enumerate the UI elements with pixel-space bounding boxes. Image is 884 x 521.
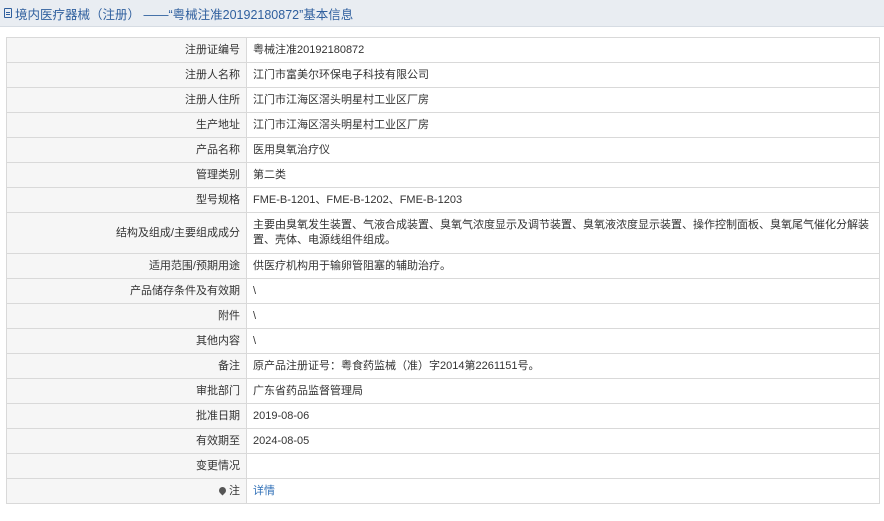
row-label: 结构及组成/主要组成成分 [6,212,247,254]
row-label: 其他内容 [6,328,247,354]
note-label: 注 [229,484,240,497]
row-label: 注册证编号 [6,37,247,63]
row-label: 注册人住所 [6,87,247,113]
row-label: 批准日期 [6,403,247,429]
table-row: 变更情况 [6,453,880,479]
row-value [246,453,880,479]
row-value: 原产品注册证号：粤食药监械（准）字2014第2261151号。 [246,353,880,379]
row-value: 广东省药品监督管理局 [246,378,880,404]
row-value: \ [246,278,880,304]
row-value: 2019-08-06 [246,403,880,429]
info-table: 注册证编号 粤械注准20192180872 注册人名称 江门市富美尔环保电子科技… [6,37,880,504]
table-row: 其他内容 \ [6,328,880,354]
document-icon [4,8,12,18]
row-value: 江门市江海区滘头明星村工业区厂房 [246,112,880,138]
table-row: 审批部门 广东省药品监督管理局 [6,378,880,404]
table-row: 型号规格 FME-B-1201、FME-B-1202、FME-B-1203 [6,187,880,213]
table-row: 注册证编号 粤械注准20192180872 [6,37,880,63]
row-value: 详情 [246,478,880,504]
row-label: 变更情况 [6,453,247,479]
table-row: 注册人住所 江门市江海区滘头明星村工业区厂房 [6,87,880,113]
table-row: 有效期至 2024-08-05 [6,428,880,454]
row-value: 医用臭氧治疗仪 [246,137,880,163]
row-label: 注册人名称 [6,62,247,88]
row-label: 审批部门 [6,378,247,404]
table-row: 备注 原产品注册证号：粤食药监械（准）字2014第2261151号。 [6,353,880,379]
table-row: 产品储存条件及有效期 \ [6,278,880,304]
row-value: 主要由臭氧发生装置、气液合成装置、臭氧气浓度显示及调节装置、臭氧液浓度显示装置、… [246,212,880,254]
table-row: 生产地址 江门市江海区滘头明星村工业区厂房 [6,112,880,138]
table-row: 注册人名称 江门市富美尔环保电子科技有限公司 [6,62,880,88]
table-row: 管理类别 第二类 [6,162,880,188]
row-label: 型号规格 [6,187,247,213]
info-table-wrap: 注册证编号 粤械注准20192180872 注册人名称 江门市富美尔环保电子科技… [0,27,884,504]
row-label-note: 注 [6,478,247,504]
row-label: 产品名称 [6,137,247,163]
row-label: 备注 [6,353,247,379]
row-label: 附件 [6,303,247,329]
row-label: 有效期至 [6,428,247,454]
row-value: 2024-08-05 [246,428,880,454]
details-link[interactable]: 详情 [253,485,275,497]
row-value: 江门市富美尔环保电子科技有限公司 [246,62,880,88]
page-header: 境内医疗器械（注册） ——“粤械注准20192180872”基本信息 [0,0,884,27]
page-title: 境内医疗器械（注册） ——“粤械注准20192180872”基本信息 [15,7,354,22]
row-value: \ [246,303,880,329]
row-value: 供医疗机构用于输卵管阻塞的辅助治疗。 [246,253,880,279]
table-row: 附件 \ [6,303,880,329]
pin-icon [217,485,228,496]
row-value: FME-B-1201、FME-B-1202、FME-B-1203 [246,187,880,213]
table-row: 批准日期 2019-08-06 [6,403,880,429]
row-value: 粤械注准20192180872 [246,37,880,63]
row-label: 产品储存条件及有效期 [6,278,247,304]
row-label: 适用范围/预期用途 [6,253,247,279]
table-row: 适用范围/预期用途 供医疗机构用于输卵管阻塞的辅助治疗。 [6,253,880,279]
row-value: 江门市江海区滘头明星村工业区厂房 [246,87,880,113]
row-value: 第二类 [246,162,880,188]
table-row: 注 详情 [6,478,880,504]
row-label: 生产地址 [6,112,247,138]
table-row: 产品名称 医用臭氧治疗仪 [6,137,880,163]
table-row: 结构及组成/主要组成成分 主要由臭氧发生装置、气液合成装置、臭氧气浓度显示及调节… [6,212,880,254]
row-label: 管理类别 [6,162,247,188]
row-value: \ [246,328,880,354]
